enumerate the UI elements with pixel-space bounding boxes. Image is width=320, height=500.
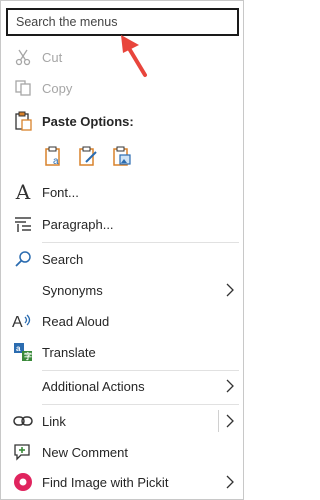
menu-item-copy[interactable]: Copy [1,73,245,103]
paste-options-label: Paste Options: [42,113,134,129]
pickit-icon [11,470,35,494]
svg-text:a: a [16,344,21,353]
paste-picture-icon[interactable] [111,145,133,167]
paragraph-label: Paragraph... [42,216,114,232]
paste-merge-formatting-icon[interactable] [77,145,99,167]
link-label: Link [42,413,66,429]
scissors-icon [11,45,35,69]
menu-separator [42,404,239,405]
font-label: Font... [42,184,79,200]
read-aloud-icon: A [11,309,35,333]
chevron-right-icon [225,283,235,297]
chevron-right-icon [225,475,235,489]
menu-item-find-image-pickit[interactable]: Find Image with Pickit [1,467,245,497]
paste-options-header: Paste Options: [1,106,245,136]
menu-item-font[interactable]: A Font... [1,177,245,207]
paste-keep-source-formatting-icon[interactable]: a [43,145,65,167]
new-comment-icon [11,440,35,464]
menu-item-additional-actions[interactable]: Additional Actions [1,371,245,401]
menu-item-synonyms[interactable]: Synonyms [1,275,245,305]
link-icon [11,409,35,433]
svg-text:A: A [12,314,23,330]
search-label: Search [42,251,84,267]
menu-item-translate[interactable]: a字 Translate [1,337,245,367]
menu-item-search[interactable]: Search [1,244,245,274]
chevron-right-icon[interactable] [225,414,235,428]
font-icon: A [15,180,31,204]
split-divider [218,410,219,432]
menu-item-link[interactable]: Link [1,406,245,436]
cut-label: Cut [42,49,63,65]
search-icon [11,247,35,271]
copy-label: Copy [42,80,73,96]
menu-item-new-comment[interactable]: New Comment [1,437,245,467]
menu-separator [42,242,239,243]
new-comment-label: New Comment [42,444,128,460]
menu-item-read-aloud[interactable]: A Read Aloud [1,306,245,336]
menu-item-paragraph[interactable]: Paragraph... [1,209,245,239]
chevron-right-icon [225,379,235,393]
translate-label: Translate [42,344,96,360]
translate-icon: a字 [11,340,35,364]
menu-item-cut[interactable]: Cut [1,42,245,72]
svg-text:字: 字 [24,351,32,361]
find-image-label: Find Image with Pickit [42,474,169,490]
svg-text:a: a [53,156,59,167]
copy-icon [11,76,35,100]
paragraph-icon [11,212,35,236]
read-aloud-label: Read Aloud [42,313,110,329]
context-menu: Cut Copy Paste Options: a A Font... Para… [0,0,244,500]
clipboard-icon [11,109,35,133]
synonyms-label: Synonyms [42,282,103,298]
additional-actions-label: Additional Actions [42,378,145,394]
